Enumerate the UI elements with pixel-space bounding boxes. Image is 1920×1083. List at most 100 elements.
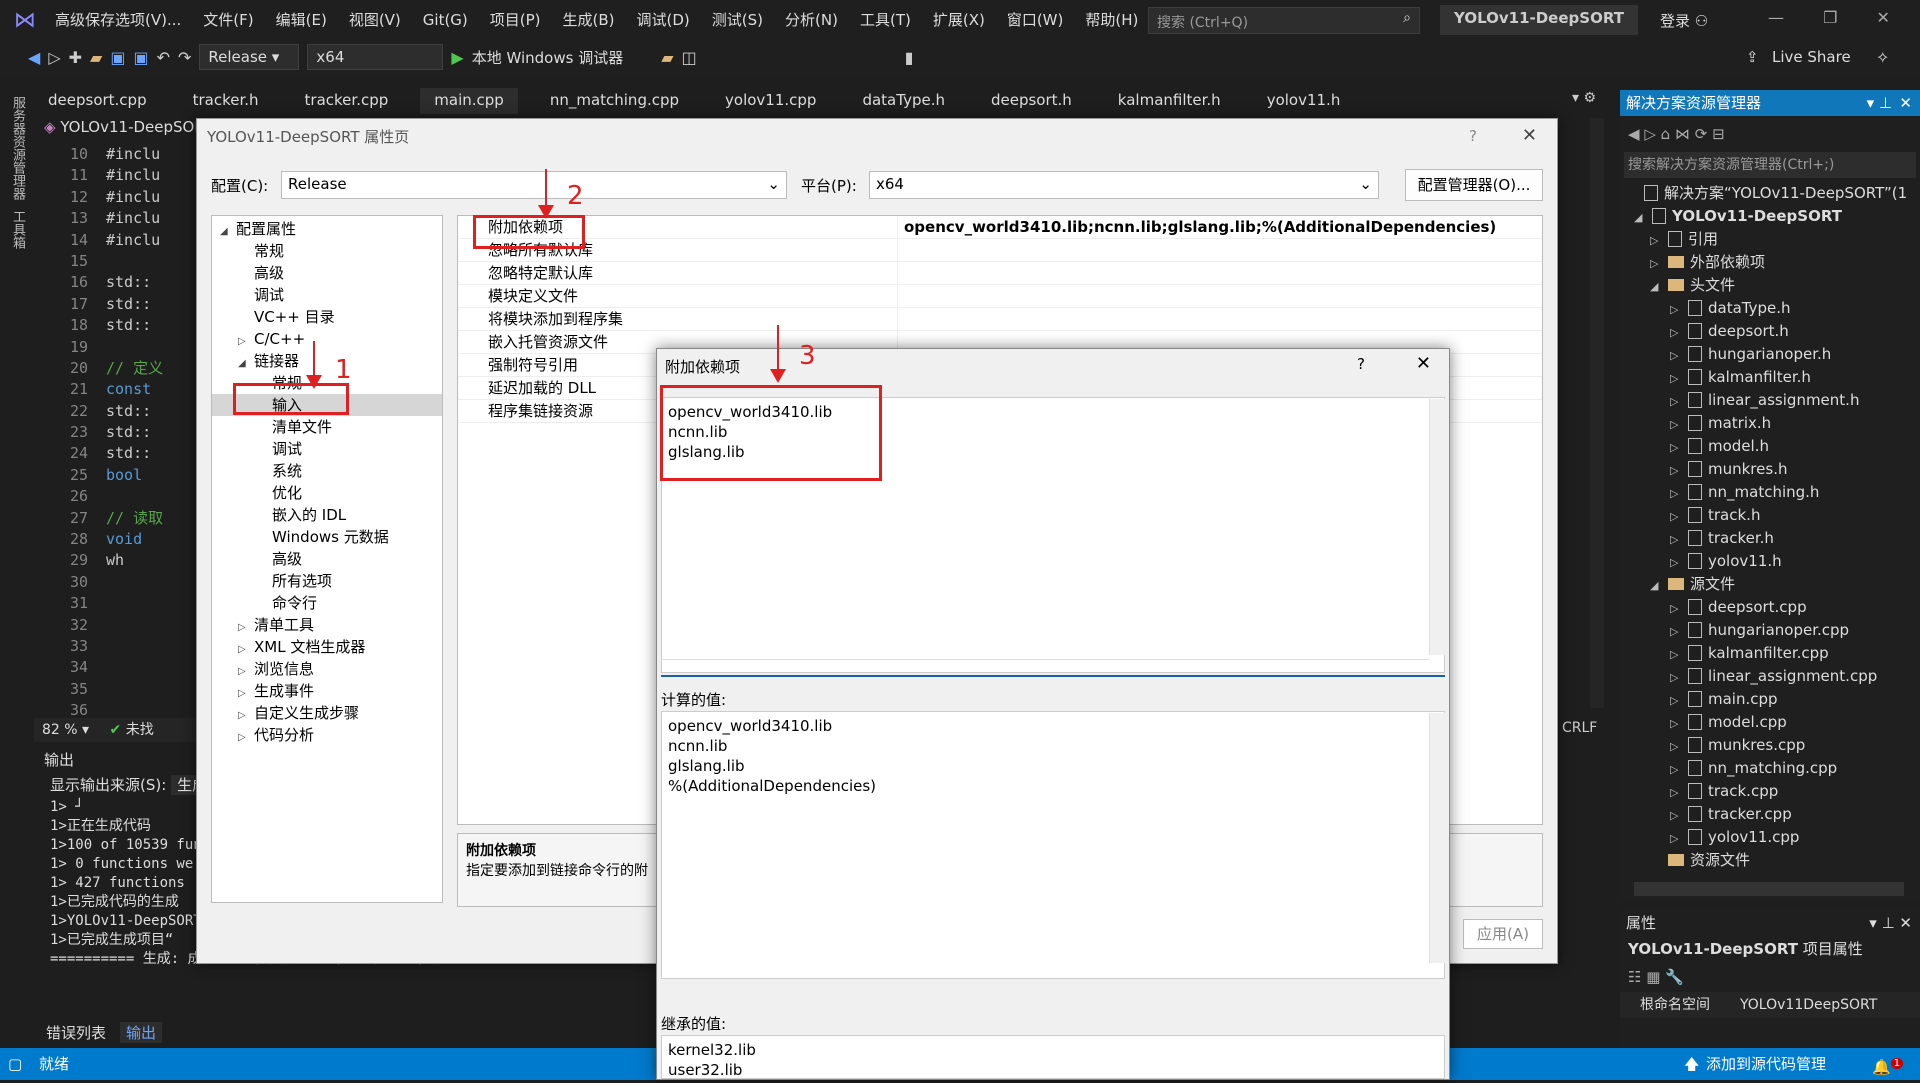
close-dialog-icon[interactable]: ✕ bbox=[1522, 125, 1537, 146]
header-file[interactable]: ▷ deepsort.h bbox=[1626, 320, 1920, 343]
expander-icon[interactable]: ◢ bbox=[220, 221, 236, 243]
expander-icon[interactable]: ▷ bbox=[1670, 827, 1688, 850]
expander-icon[interactable]: ▷ bbox=[1670, 321, 1688, 344]
expander-icon[interactable]: ▷ bbox=[1670, 367, 1688, 390]
property-tree-item[interactable]: Windows 元数据 bbox=[212, 526, 442, 548]
expander-icon[interactable]: ▷ bbox=[1670, 528, 1688, 551]
tab-deepsort-cpp[interactable]: deepsort.cpp bbox=[34, 88, 161, 114]
save-all-icon[interactable]: ▣ bbox=[133, 48, 148, 67]
help-icon[interactable]: ? bbox=[1469, 127, 1477, 145]
server-explorer-tab[interactable]: 服务器资源管理器 bbox=[8, 96, 27, 200]
property-tree-item[interactable]: 常规 bbox=[212, 240, 442, 262]
tab-main-cpp[interactable]: main.cpp bbox=[420, 88, 518, 114]
bookmark-icon[interactable]: ▮ bbox=[905, 48, 914, 67]
tab-error-list[interactable]: 错误列表 bbox=[46, 1022, 106, 1043]
wrench-icon[interactable]: 🔧 bbox=[1665, 968, 1684, 986]
redo-icon[interactable]: ↷ bbox=[178, 48, 191, 67]
editor-hscroll[interactable] bbox=[661, 659, 1429, 673]
toolbox-tab[interactable]: 工具箱 bbox=[8, 210, 27, 249]
property-tree-item[interactable]: 高级 bbox=[212, 548, 442, 570]
menu-item-9[interactable]: 分析(N) bbox=[774, 0, 849, 40]
home-icon[interactable]: ⌂ bbox=[1661, 125, 1671, 143]
property-row[interactable]: 模块定义文件 bbox=[458, 285, 1542, 308]
solution-search[interactable]: 搜索解决方案资源管理器(Ctrl+;) bbox=[1624, 152, 1916, 178]
property-tree-item[interactable]: 优化 bbox=[212, 482, 442, 504]
source-control-button[interactable]: 添加到源代码管理 bbox=[1706, 1048, 1826, 1080]
apply-button[interactable]: 应用(A) bbox=[1463, 919, 1543, 949]
header-file[interactable]: ▷ nn_matching.h bbox=[1626, 481, 1920, 504]
property-row[interactable]: 忽略所有默认库 bbox=[458, 239, 1542, 262]
expander-icon[interactable]: ▷ bbox=[1670, 620, 1688, 643]
menu-item-5[interactable]: 项目(P) bbox=[479, 0, 552, 40]
login-button[interactable]: 登录 ⚇ bbox=[1660, 10, 1708, 31]
source-file[interactable]: ▷ linear_assignment.cpp bbox=[1626, 665, 1920, 688]
platform-combo[interactable]: x64 bbox=[307, 44, 444, 70]
editor-file-crumb[interactable]: ◈ YOLOv11-DeepSOR bbox=[44, 118, 205, 140]
header-file[interactable]: ▷ dataType.h bbox=[1626, 297, 1920, 320]
property-tree-item[interactable]: ▷ C/C++ bbox=[212, 328, 442, 350]
search-input[interactable]: 搜索 (Ctrl+Q) ⌕ bbox=[1148, 7, 1420, 34]
property-tree-item[interactable]: ▷ 清单工具 bbox=[212, 614, 442, 636]
solution-root[interactable]: 解决方案“YOLOv11-DeepSORT”(1 bbox=[1626, 182, 1920, 205]
expander-icon[interactable]: ▷ bbox=[1670, 758, 1688, 781]
feedback-icon[interactable]: ✧ bbox=[1876, 48, 1889, 67]
menu-item-10[interactable]: 工具(T) bbox=[849, 0, 922, 40]
source-file[interactable]: ▷ track.cpp bbox=[1626, 780, 1920, 803]
header-file[interactable]: ▷ yolov11.h bbox=[1626, 550, 1920, 573]
forward-icon[interactable]: ▷ bbox=[48, 48, 60, 67]
header-file[interactable]: ▷ tracker.h bbox=[1626, 527, 1920, 550]
property-value[interactable] bbox=[898, 262, 904, 284]
property-row[interactable]: 附加依赖项 opencv_world3410.lib;ncnn.lib;glsla… bbox=[458, 216, 1542, 239]
source-file[interactable]: ▷ nn_matching.cpp bbox=[1626, 757, 1920, 780]
tab-overflow-icon[interactable]: ▾ ⚙ bbox=[1572, 90, 1596, 106]
property-tree-item[interactable]: ▷ 生成事件 bbox=[212, 680, 442, 702]
source-file[interactable]: ▷ main.cpp bbox=[1626, 688, 1920, 711]
expander-icon[interactable]: ▷ bbox=[1670, 413, 1688, 436]
source-file[interactable]: ▷ tracker.cpp bbox=[1626, 803, 1920, 826]
expander-icon[interactable]: ▷ bbox=[1670, 804, 1688, 827]
code-editor[interactable]: 10 #inclu 11 #inclu 12 #inclu 13 #inclu 14 #inclu… bbox=[34, 144, 209, 719]
header-file[interactable]: ▷ munkres.h bbox=[1626, 458, 1920, 481]
source-file[interactable]: ▷ yolov11.cpp bbox=[1626, 826, 1920, 849]
computed-vscroll[interactable] bbox=[1429, 713, 1445, 963]
tab-tracker-h[interactable]: tracker.h bbox=[179, 88, 273, 114]
editor-vscroll[interactable] bbox=[1429, 399, 1445, 655]
folder-icon[interactable]: ▰ bbox=[661, 48, 673, 67]
tab-dataType-h[interactable]: dataType.h bbox=[848, 88, 959, 114]
property-value[interactable] bbox=[898, 239, 904, 261]
tab-tracker-cpp[interactable]: tracker.cpp bbox=[291, 88, 403, 114]
tab-output[interactable]: 输出 bbox=[120, 1021, 163, 1043]
save-icon[interactable]: ▣ bbox=[110, 48, 125, 67]
new-item-icon[interactable]: ✚ bbox=[69, 48, 82, 67]
expander-icon[interactable]: ▷ bbox=[1670, 298, 1688, 321]
header-file[interactable]: ▷ track.h bbox=[1626, 504, 1920, 527]
zoom-level[interactable]: 82 % bbox=[42, 722, 78, 738]
property-tree-item[interactable]: ▷ 自定义生成步骤 bbox=[212, 702, 442, 724]
property-tree-item[interactable]: 调试 bbox=[212, 438, 442, 460]
property-tree-item[interactable]: 清单文件 bbox=[212, 416, 442, 438]
close-icon[interactable]: ✕ bbox=[1877, 8, 1890, 27]
tab-nn_matching-cpp[interactable]: nn_matching.cpp bbox=[536, 88, 693, 114]
editor-scrollbar[interactable] bbox=[1590, 118, 1604, 708]
tab-yolov11-h[interactable]: yolov11.h bbox=[1253, 88, 1355, 114]
menu-item-13[interactable]: 帮助(H) bbox=[1074, 0, 1149, 40]
expander-icon[interactable]: ▷ bbox=[1650, 252, 1668, 275]
property-row[interactable]: 忽略特定默认库 bbox=[458, 262, 1542, 285]
expander-icon[interactable]: ▷ bbox=[1670, 643, 1688, 666]
property-tree-item[interactable]: 所有选项 bbox=[212, 570, 442, 592]
expander-icon[interactable]: ▷ bbox=[1670, 689, 1688, 712]
header-file[interactable]: ▷ matrix.h bbox=[1626, 412, 1920, 435]
menu-item-2[interactable]: 编辑(E) bbox=[265, 0, 338, 40]
header-file[interactable]: ▷ hungarianoper.h bbox=[1626, 343, 1920, 366]
minimize-icon[interactable]: — bbox=[1768, 8, 1784, 27]
property-tree-item[interactable]: ◢ 链接器 bbox=[212, 350, 442, 372]
menu-item-7[interactable]: 调试(D) bbox=[626, 0, 701, 40]
live-share-button[interactable]: Live Share bbox=[1772, 48, 1851, 66]
property-value[interactable] bbox=[898, 308, 904, 330]
project-node[interactable]: ◢ YOLOv11-DeepSORT bbox=[1626, 205, 1920, 228]
tab-kalmanfilter-h[interactable]: kalmanfilter.h bbox=[1104, 88, 1235, 114]
expander-icon[interactable]: ▷ bbox=[1670, 390, 1688, 413]
source-file[interactable]: ▷ munkres.cpp bbox=[1626, 734, 1920, 757]
expander-icon[interactable]: ▷ bbox=[1650, 229, 1668, 252]
maximize-icon[interactable]: ❐ bbox=[1823, 8, 1837, 27]
